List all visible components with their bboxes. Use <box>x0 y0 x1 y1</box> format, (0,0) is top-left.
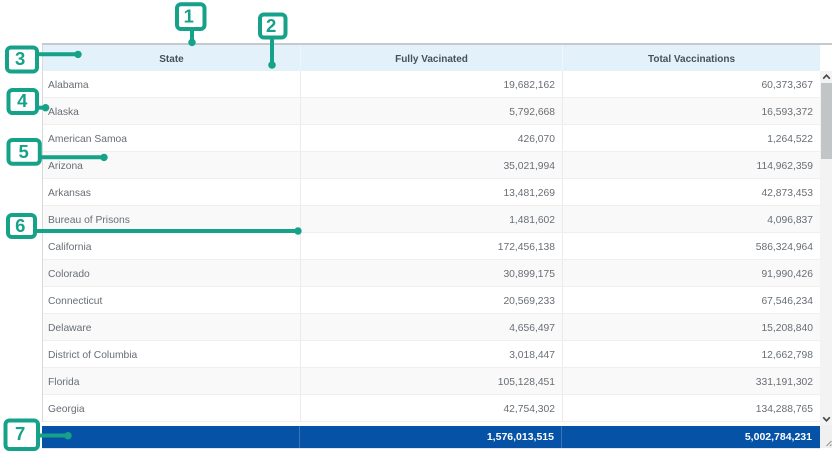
svg-text:5: 5 <box>18 141 28 162</box>
svg-text:6: 6 <box>15 215 25 236</box>
svg-text:4: 4 <box>17 90 28 111</box>
svg-text:7: 7 <box>15 423 25 444</box>
svg-text:1: 1 <box>184 6 194 27</box>
svg-text:2: 2 <box>266 15 276 36</box>
svg-text:3: 3 <box>15 48 25 69</box>
